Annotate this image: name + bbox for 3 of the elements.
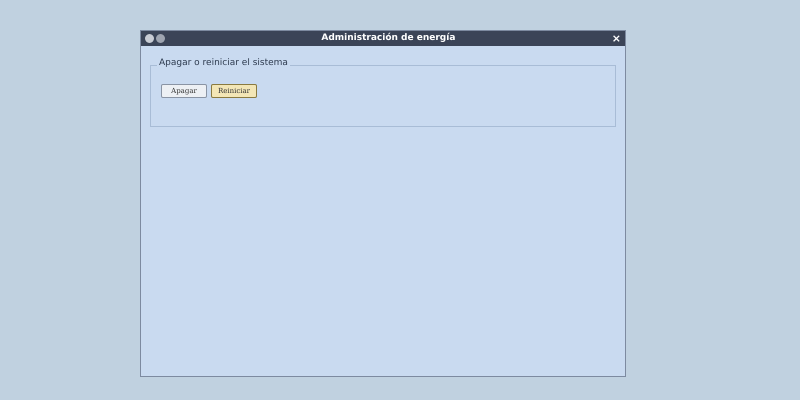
window-title: Administración de energía: [320, 34, 456, 43]
close-button[interactable]: ×: [612, 33, 621, 44]
group-legend: Apagar o reiniciar el sistema: [157, 59, 290, 68]
